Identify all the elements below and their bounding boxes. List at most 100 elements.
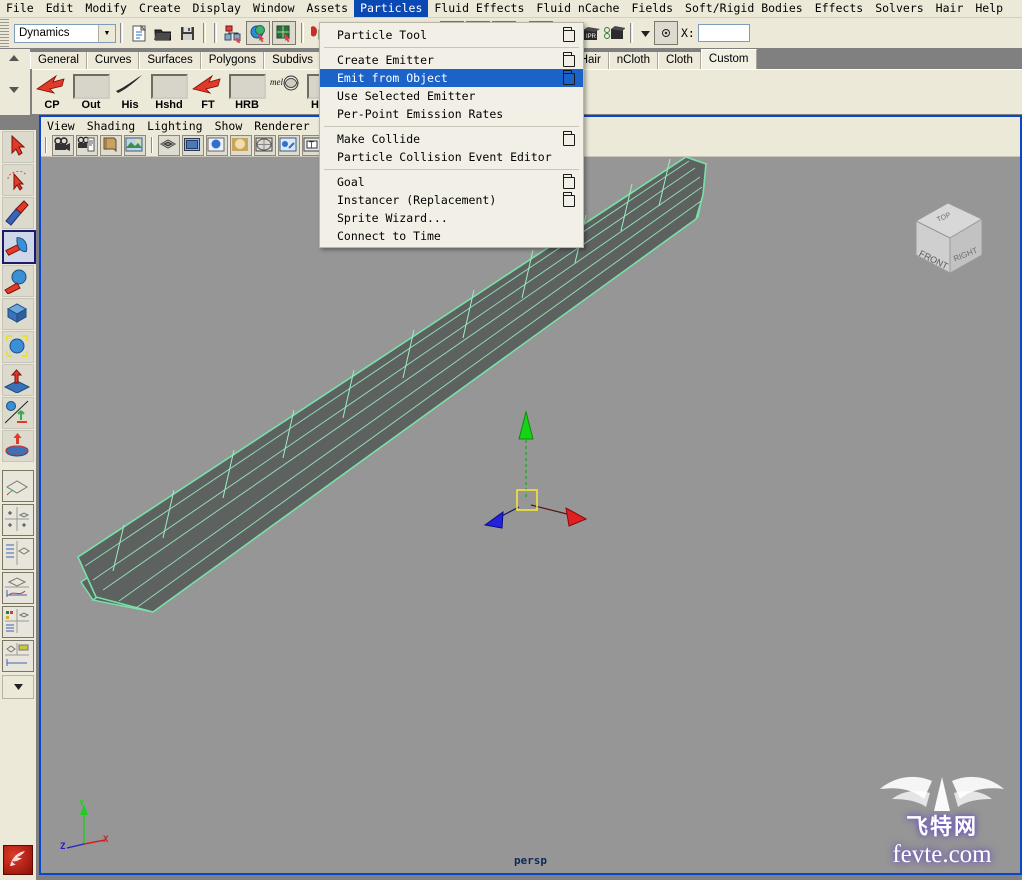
render-globals-icon[interactable] (603, 22, 625, 44)
toolbar-handle-7[interactable] (628, 20, 635, 46)
shelf-button-his[interactable]: His (112, 73, 148, 111)
persp-graph-layout[interactable] (2, 572, 34, 604)
viewport-menu-view[interactable]: View (41, 118, 81, 134)
menu-item-create[interactable]: Create (133, 0, 187, 17)
toolbar-handle-2[interactable] (201, 20, 208, 46)
shelf-button-cp[interactable]: CP (34, 73, 70, 111)
option-box-icon[interactable] (563, 27, 575, 42)
shelf-scroll-down-icon[interactable] (9, 87, 19, 93)
paint-select-tool[interactable] (2, 197, 34, 229)
viewport-menu-show[interactable]: Show (209, 118, 249, 134)
four-view-layout[interactable] (2, 504, 34, 536)
option-box-icon[interactable] (563, 192, 575, 207)
menu-option-create-emitter[interactable]: Create Emitter (320, 51, 583, 69)
menu-option-goal[interactable]: Goal (320, 173, 583, 191)
shadows-icon[interactable] (182, 134, 204, 156)
rotate-tool[interactable] (2, 265, 34, 297)
menu-item-assets[interactable]: Assets (301, 0, 355, 17)
menu-item-edit[interactable]: Edit (40, 0, 80, 17)
option-box-icon[interactable] (563, 174, 575, 189)
persp-graph-outliner-layout[interactable] (2, 640, 34, 672)
shelf-button-hshd[interactable]: Hshd (150, 73, 188, 111)
viewport-menu-shading[interactable]: Shading (81, 118, 141, 134)
menu-option-connect-to-time[interactable]: Connect to Time (320, 227, 583, 245)
menu-option-use-selected-emitter[interactable]: Use Selected Emitter (320, 87, 583, 105)
option-box-icon[interactable] (563, 52, 575, 67)
shelf-button-hrb[interactable]: HRB (228, 73, 266, 111)
soft-modification-tool[interactable] (2, 364, 34, 396)
shelf-tab-polygons[interactable]: Polygons (200, 52, 265, 69)
new-scene-icon[interactable] (128, 22, 150, 44)
chevron-down-icon[interactable] (2, 675, 34, 699)
shelf-tab-cloth[interactable]: Cloth (658, 52, 701, 69)
scale-tool[interactable] (2, 298, 34, 330)
image-plane-icon[interactable] (124, 134, 146, 156)
menu-item-solvers[interactable]: Solvers (869, 0, 929, 17)
toolbar-handle-3[interactable] (212, 20, 219, 46)
select-camera-icon[interactable] (52, 134, 74, 156)
bookmark-icon[interactable] (100, 134, 122, 156)
menu-item-fields[interactable]: Fields (625, 0, 679, 17)
menu-item-modify[interactable]: Modify (79, 0, 133, 17)
toolbar-handle-1[interactable] (118, 20, 125, 46)
shelf-tab-curves[interactable]: Curves (86, 52, 140, 69)
menu-option-per-point-emission-rates[interactable]: Per-Point Emission Rates (320, 105, 583, 123)
shelf-tab-subdivs[interactable]: Subdivs (264, 52, 321, 69)
coord-x-input[interactable] (697, 24, 750, 42)
last-tool-used[interactable] (2, 430, 34, 462)
menu-option-emit-from-object[interactable]: Emit from Object (320, 69, 583, 87)
menu-set-selector[interactable]: Dynamics ▼ (14, 23, 116, 43)
option-box-icon[interactable] (563, 131, 575, 146)
menu-item-file[interactable]: File (0, 0, 40, 17)
view-cube[interactable]: TOP FRONT RIGHT (906, 195, 992, 281)
open-scene-icon[interactable] (152, 22, 174, 44)
smooth-shade-icon[interactable] (230, 134, 252, 156)
select-by-hierarchy-icon[interactable] (222, 22, 244, 44)
statusline-grip[interactable] (0, 19, 9, 47)
absolute-transform-icon[interactable] (654, 21, 678, 45)
viewport-menu-lighting[interactable]: Lighting (141, 118, 208, 134)
menu-option-instancer-replacement[interactable]: Instancer (Replacement) (320, 191, 583, 209)
menu-item-help[interactable]: Help (969, 0, 1009, 17)
shelf-tab-custom[interactable]: Custom (700, 49, 757, 69)
menu-item-particles[interactable]: Particles (354, 0, 429, 17)
select-tool[interactable] (2, 131, 34, 163)
toolbar-handle-4[interactable] (299, 20, 306, 46)
shelf-tab-surfaces[interactable]: Surfaces (139, 52, 201, 69)
3d-viewport[interactable]: TOP FRONT RIGHT Y X Z persp 飞特网 fevte.co… (41, 157, 1020, 873)
menu-item-fluid-ncache[interactable]: Fluid nCache (530, 0, 625, 17)
menu-item-soft-rigid-bodies[interactable]: Soft/Rigid Bodies (679, 0, 809, 17)
option-box-icon[interactable] (563, 70, 575, 85)
universal-manipulator-tool[interactable] (2, 331, 34, 363)
xray-icon[interactable] (278, 134, 300, 156)
menu-item-fluid-effects[interactable]: Fluid Effects (428, 0, 530, 17)
shelf-scroll-up-icon[interactable] (9, 55, 19, 61)
menu-option-particle-tool[interactable]: Particle Tool (320, 26, 583, 44)
menu-option-particle-collision-event-editor[interactable]: Particle Collision Event Editor (320, 148, 583, 166)
lasso-select-tool[interactable] (2, 164, 34, 196)
menu-item-effects[interactable]: Effects (809, 0, 869, 17)
select-by-object-icon[interactable] (246, 21, 270, 45)
shelf-button-mel[interactable]: mel (268, 73, 304, 111)
texture-mode-icon[interactable] (254, 134, 276, 156)
hypershade-persp-layout[interactable] (2, 606, 34, 638)
shelf-tab-general[interactable]: General (30, 52, 87, 69)
wireframe-on-shaded-icon[interactable] (206, 134, 228, 156)
menu-item-window[interactable]: Window (247, 0, 301, 17)
menu-item-display[interactable]: Display (187, 0, 247, 17)
chevron-down-icon[interactable] (638, 22, 652, 44)
viewport-toolbar-handle[interactable] (43, 136, 49, 154)
menu-item-hair[interactable]: Hair (930, 0, 970, 17)
viewport-menu-renderer[interactable]: Renderer (248, 118, 315, 134)
two-sided-lighting-icon[interactable] (158, 134, 180, 156)
show-manipulator-tool[interactable] (2, 397, 34, 429)
move-tool[interactable] (2, 230, 36, 264)
select-by-component-icon[interactable] (272, 21, 296, 45)
menu-option-make-collide[interactable]: Make Collide (320, 130, 583, 148)
menu-option-sprite-wizard[interactable]: Sprite Wizard... (320, 209, 583, 227)
shelf-button-out[interactable]: Out (72, 73, 110, 111)
single-perspective-layout[interactable] (2, 470, 34, 502)
outliner-persp-layout[interactable] (2, 538, 34, 570)
shelf-button-ft[interactable]: FT (190, 73, 226, 111)
save-scene-icon[interactable] (176, 22, 198, 44)
